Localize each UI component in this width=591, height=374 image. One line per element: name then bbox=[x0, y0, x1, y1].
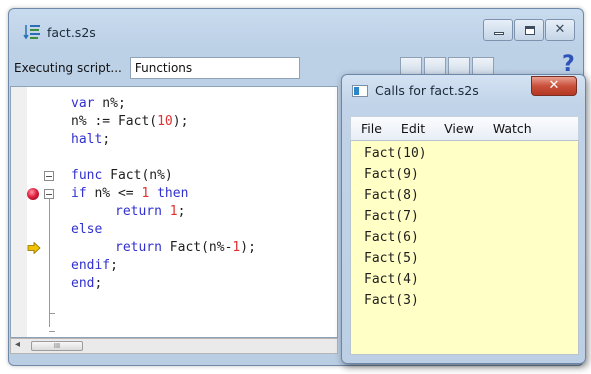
calls-title-bar: Calls for fact.s2s bbox=[352, 83, 479, 98]
code-token: ; bbox=[94, 276, 103, 291]
close-icon: ✕ bbox=[554, 22, 566, 37]
number-token: 10 bbox=[157, 114, 173, 129]
code-token: ; bbox=[177, 204, 186, 219]
code-line[interactable]: else bbox=[11, 221, 337, 239]
code-token: Fact(n%- bbox=[161, 240, 233, 255]
code-line[interactable]: func Fact(n%) bbox=[11, 167, 337, 185]
calls-menubar: File Edit View Watch bbox=[350, 116, 579, 140]
call-item[interactable]: Fact(4) bbox=[364, 269, 419, 290]
call-item[interactable]: Fact(10) bbox=[364, 143, 427, 164]
code-line[interactable]: if n% <= 1 then bbox=[11, 185, 337, 203]
code-text: return 1; bbox=[115, 203, 185, 221]
call-item[interactable]: Fact(6) bbox=[364, 227, 419, 248]
breakpoint-icon[interactable] bbox=[27, 188, 39, 200]
current-line-arrow-icon bbox=[27, 242, 41, 254]
code-text: n% := Fact(10); bbox=[71, 113, 188, 131]
code-token: Fact(n%) bbox=[102, 168, 173, 183]
scrollbar-thumb[interactable]: III bbox=[31, 341, 83, 351]
calls-list[interactable]: Fact(10) Fact(9) Fact(8) Fact(7) Fact(6)… bbox=[350, 140, 579, 355]
keyword-token: halt bbox=[71, 132, 103, 147]
code-line[interactable]: n% := Fact(10); bbox=[11, 113, 337, 131]
menu-file[interactable]: File bbox=[351, 121, 391, 136]
menu-view[interactable]: View bbox=[434, 121, 483, 136]
call-item[interactable]: Fact(9) bbox=[364, 164, 419, 185]
code-token: n% <= bbox=[86, 186, 142, 201]
fold-guide-end bbox=[49, 313, 55, 314]
keyword-token: if bbox=[71, 186, 87, 201]
call-item[interactable]: Fact(3) bbox=[364, 290, 419, 311]
keyword-token: return bbox=[115, 204, 162, 219]
code-token: n%; bbox=[94, 96, 126, 111]
close-button[interactable]: ✕ bbox=[545, 19, 575, 41]
maximize-button[interactable] bbox=[514, 19, 544, 41]
functions-select[interactable]: Functions bbox=[129, 57, 300, 79]
code-line[interactable]: halt; bbox=[11, 131, 337, 149]
minimize-button[interactable] bbox=[483, 19, 513, 41]
code-line[interactable]: var n%; bbox=[11, 95, 337, 113]
code-text: halt; bbox=[71, 131, 110, 149]
keyword-token: end bbox=[71, 276, 95, 291]
keyword-token: return bbox=[115, 240, 162, 255]
fold-guide-end bbox=[49, 331, 55, 332]
code-line[interactable] bbox=[11, 149, 337, 167]
caption-buttons: ✕ bbox=[483, 19, 575, 41]
keyword-token: endif bbox=[71, 258, 111, 273]
scroll-left-icon[interactable]: ◂ bbox=[15, 339, 20, 350]
code-line[interactable]: return Fact(n%-1); bbox=[11, 239, 337, 257]
minimize-icon bbox=[494, 32, 504, 35]
code-line[interactable]: return 1; bbox=[11, 203, 337, 221]
keyword-token: func bbox=[71, 168, 103, 183]
call-item[interactable]: Fact(5) bbox=[364, 248, 419, 269]
calls-window: Calls for fact.s2s ✕ File Edit View Watc… bbox=[341, 74, 586, 364]
keyword-token: else bbox=[71, 222, 103, 237]
calls-window-title: Calls for fact.s2s bbox=[375, 83, 479, 98]
keyword-token: var bbox=[71, 96, 95, 111]
code-text: if n% <= 1 then bbox=[71, 185, 188, 203]
fold-collapse-icon[interactable] bbox=[44, 189, 54, 199]
code-token: ; bbox=[110, 258, 118, 273]
code-token: ); bbox=[240, 240, 256, 255]
calls-close-button[interactable]: ✕ bbox=[531, 76, 577, 96]
window-title: fact.s2s bbox=[47, 24, 96, 40]
call-item[interactable]: Fact(8) bbox=[364, 185, 419, 206]
code-text: return Fact(n%-1); bbox=[115, 239, 256, 257]
keyword-token: then bbox=[149, 186, 189, 201]
script-sort-icon bbox=[23, 23, 41, 41]
code-token: ; bbox=[102, 132, 111, 147]
window-icon bbox=[352, 84, 368, 97]
maximize-icon bbox=[525, 26, 535, 35]
code-text: else bbox=[71, 221, 102, 239]
menu-edit[interactable]: Edit bbox=[391, 121, 434, 136]
code-text: endif; bbox=[71, 257, 118, 275]
code-token: ); bbox=[172, 114, 189, 129]
code-line[interactable]: end; bbox=[11, 275, 337, 293]
number-token: 1 bbox=[169, 204, 178, 219]
horizontal-scrollbar[interactable]: ◂ III bbox=[10, 338, 338, 354]
call-item[interactable]: Fact(7) bbox=[364, 206, 419, 227]
code-editor[interactable]: var n%; n% := Fact(10); halt; func Fact(n%)… bbox=[10, 86, 338, 338]
code-text: func Fact(n%) bbox=[71, 167, 173, 185]
execution-status: Executing script... bbox=[14, 61, 122, 75]
code-text: var n%; bbox=[71, 95, 126, 113]
menu-watch[interactable]: Watch bbox=[483, 121, 541, 136]
code-text: end; bbox=[71, 275, 102, 293]
code-line[interactable]: endif; bbox=[11, 257, 337, 275]
fold-collapse-icon[interactable] bbox=[44, 171, 54, 181]
title-bar: fact.s2s bbox=[23, 22, 96, 42]
code-token: n% := Fact( bbox=[71, 114, 158, 129]
